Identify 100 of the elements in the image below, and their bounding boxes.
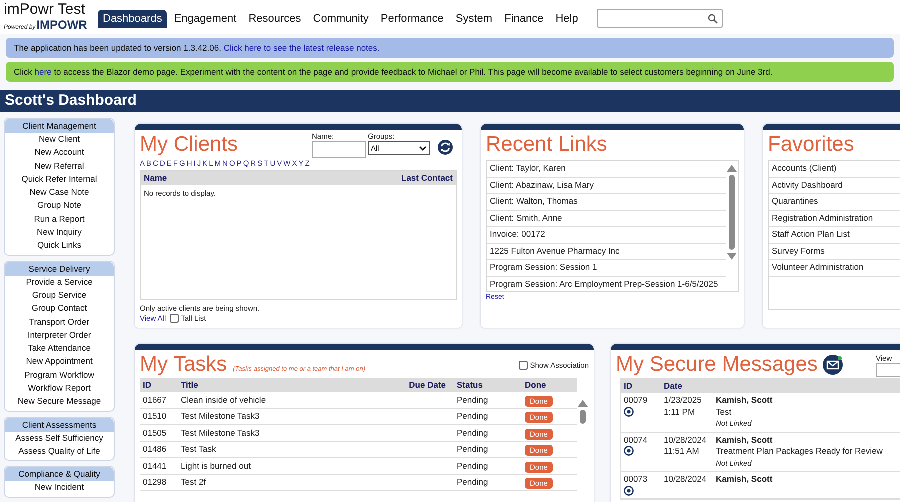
recent-link[interactable]: Client: Walton, Thomas: [487, 194, 726, 210]
message-time: 11:51 AM: [664, 446, 700, 458]
recent-link[interactable]: Client: Abazinaw, Lisa Mary: [487, 178, 726, 194]
sidebar-link[interactable]: Group Service: [5, 288, 114, 302]
favorite-link[interactable]: Staff Action Plan List: [769, 227, 900, 244]
scrollbar-thumb[interactable]: [729, 175, 735, 250]
nav-tab[interactable]: Finance: [500, 10, 549, 28]
task-title: Test 2f: [180, 477, 208, 488]
eye-icon[interactable]: [624, 406, 634, 416]
sidebar-link[interactable]: New Secure Message: [5, 395, 114, 409]
banner-link[interactable]: Click here to see the latest release notes.: [224, 43, 380, 53]
message-time: 1:11 PM: [664, 406, 696, 418]
task-id: 01510: [142, 411, 168, 422]
message-id: 00073: [624, 474, 649, 486]
panel-title: My Secure Messages: [616, 352, 818, 378]
scroll-up-icon[interactable]: [578, 400, 588, 407]
task-status: Pending: [456, 411, 490, 422]
nav-tab[interactable]: Community: [308, 10, 374, 28]
favorite-link[interactable]: Volunteer Administration: [769, 260, 900, 276]
recent-link[interactable]: Invoice: 00172: [487, 227, 726, 244]
sidebar-link[interactable]: Assess Quality of Life: [5, 444, 114, 458]
task-status: Pending: [456, 394, 490, 405]
favorite-link[interactable]: Registration Administration: [769, 210, 900, 227]
banner-text: to access the Blazor demo page. Experiment with the content on the page and provide feedback to Michael or Phil. This page will become available to select customers beginning on June 3rd.: [54, 67, 773, 77]
nav-tab[interactable]: Help: [550, 10, 584, 28]
favorite-link[interactable]: Quarantines: [769, 194, 900, 210]
sidebar-link[interactable]: Workflow Report: [5, 382, 114, 396]
nav-tab[interactable]: Dashboards: [98, 10, 168, 28]
banner-text: Click: [14, 67, 32, 77]
sidebar-link[interactable]: Take Attendance: [5, 342, 114, 356]
mail-icon[interactable]: [822, 355, 843, 375]
sidebar-link[interactable]: Provide a Service: [5, 276, 114, 289]
sidebar-link[interactable]: New Referral: [5, 160, 114, 173]
eye-icon[interactable]: [624, 486, 634, 496]
task-id: 01486: [142, 444, 168, 454]
task-status: Pending: [456, 477, 490, 488]
column-header: Date: [664, 381, 684, 391]
message-date: 10/28/2024: [664, 474, 708, 486]
recent-link[interactable]: Client: Smith, Anne: [487, 210, 726, 227]
message-id: 00079: [624, 395, 649, 406]
message-date: 10/28/2024: [664, 434, 708, 446]
nav-tab[interactable]: Performance: [376, 10, 449, 28]
recent-link[interactable]: 1225 Fulton Avenue Pharmacy Inc: [487, 244, 726, 260]
brand-logo: IMPOWR: [36, 18, 88, 32]
task-id: 01667: [142, 394, 168, 405]
task-status: Pending: [456, 428, 490, 438]
sidebar-link[interactable]: Transport Order: [5, 316, 114, 329]
column-header: Last Contact: [402, 173, 453, 183]
sidebar-heading: Compliance & Quality: [5, 467, 114, 482]
sidebar-link[interactable]: Quick Links: [5, 239, 114, 253]
sidebar-link[interactable]: Interpreter Order: [5, 328, 114, 342]
sidebar-link[interactable]: Run a Report: [5, 212, 114, 226]
panel-title: My Clients: [140, 132, 238, 158]
column-header: Status: [456, 380, 484, 390]
task-status: Pending: [456, 460, 490, 471]
search-field[interactable]: [597, 9, 724, 28]
favorite-link[interactable]: Accounts (Client): [769, 161, 900, 178]
sidebar-link[interactable]: New Account: [5, 146, 114, 160]
name-field[interactable]: [312, 141, 366, 158]
eye-icon[interactable]: [624, 446, 634, 456]
banner-link[interactable]: here: [34, 67, 52, 77]
favorite-link[interactable]: Activity Dashboard: [769, 178, 900, 194]
column-header: Name: [144, 173, 168, 183]
sidebar-link[interactable]: Assess Self Sufficiency: [5, 432, 114, 445]
recent-link[interactable]: Program Session: Arc Employment Prep-Session 1-6/5/2025: [487, 276, 726, 291]
sidebar-link[interactable]: New Inquiry: [5, 226, 114, 240]
scroll-down-icon[interactable]: [727, 253, 737, 260]
scroll-up-icon[interactable]: [727, 165, 737, 172]
refresh-icon[interactable]: [438, 140, 453, 155]
sidebar-link[interactable]: Quick Refer Internal: [5, 172, 114, 186]
column-header: ID: [624, 381, 634, 391]
sidebar-link[interactable]: Group Note: [5, 199, 114, 213]
scrollbar-thumb[interactable]: [580, 410, 586, 424]
panel-title: Favorites: [768, 132, 856, 158]
task-id: 01298: [142, 477, 168, 488]
column-header: ID: [142, 380, 152, 390]
sidebar-link[interactable]: New Case Note: [5, 186, 114, 200]
column-header: Title: [180, 380, 200, 390]
message-sender: Kamish, Scott: [716, 434, 774, 446]
sidebar-heading: Client Management: [5, 119, 114, 133]
nav-tab[interactable]: Engagement: [169, 10, 242, 28]
message-subject: Test: [716, 406, 733, 418]
task-title: Clean inside of vehicle: [180, 394, 268, 405]
sidebar-heading: Client Assessments: [5, 418, 114, 432]
sidebar-link[interactable]: New Incident: [5, 481, 114, 495]
sidebar-link[interactable]: New Appointment: [5, 355, 114, 369]
sidebar-link[interactable]: New Client: [5, 133, 114, 146]
banner-text: The application has been updated to version 1.3.42.06.: [14, 43, 222, 53]
sidebar-link[interactable]: Program Workflow: [5, 368, 114, 382]
nav-tab[interactable]: Resources: [244, 10, 306, 28]
task-title: Test Milestone Task3: [180, 428, 261, 438]
task-title: Light is burned out: [180, 460, 252, 471]
sidebar-heading: Service Delivery: [5, 262, 114, 276]
recent-link[interactable]: Program Session: Session 1: [487, 260, 726, 276]
search-icon[interactable]: [708, 14, 718, 24]
nav-tab[interactable]: System: [450, 10, 498, 28]
sidebar-link[interactable]: Group Contact: [5, 302, 114, 316]
message-sender: Kamish, Scott: [716, 474, 774, 486]
favorite-link[interactable]: Survey Forms: [769, 244, 900, 260]
recent-link[interactable]: Client: Taylor, Karen: [487, 161, 726, 178]
